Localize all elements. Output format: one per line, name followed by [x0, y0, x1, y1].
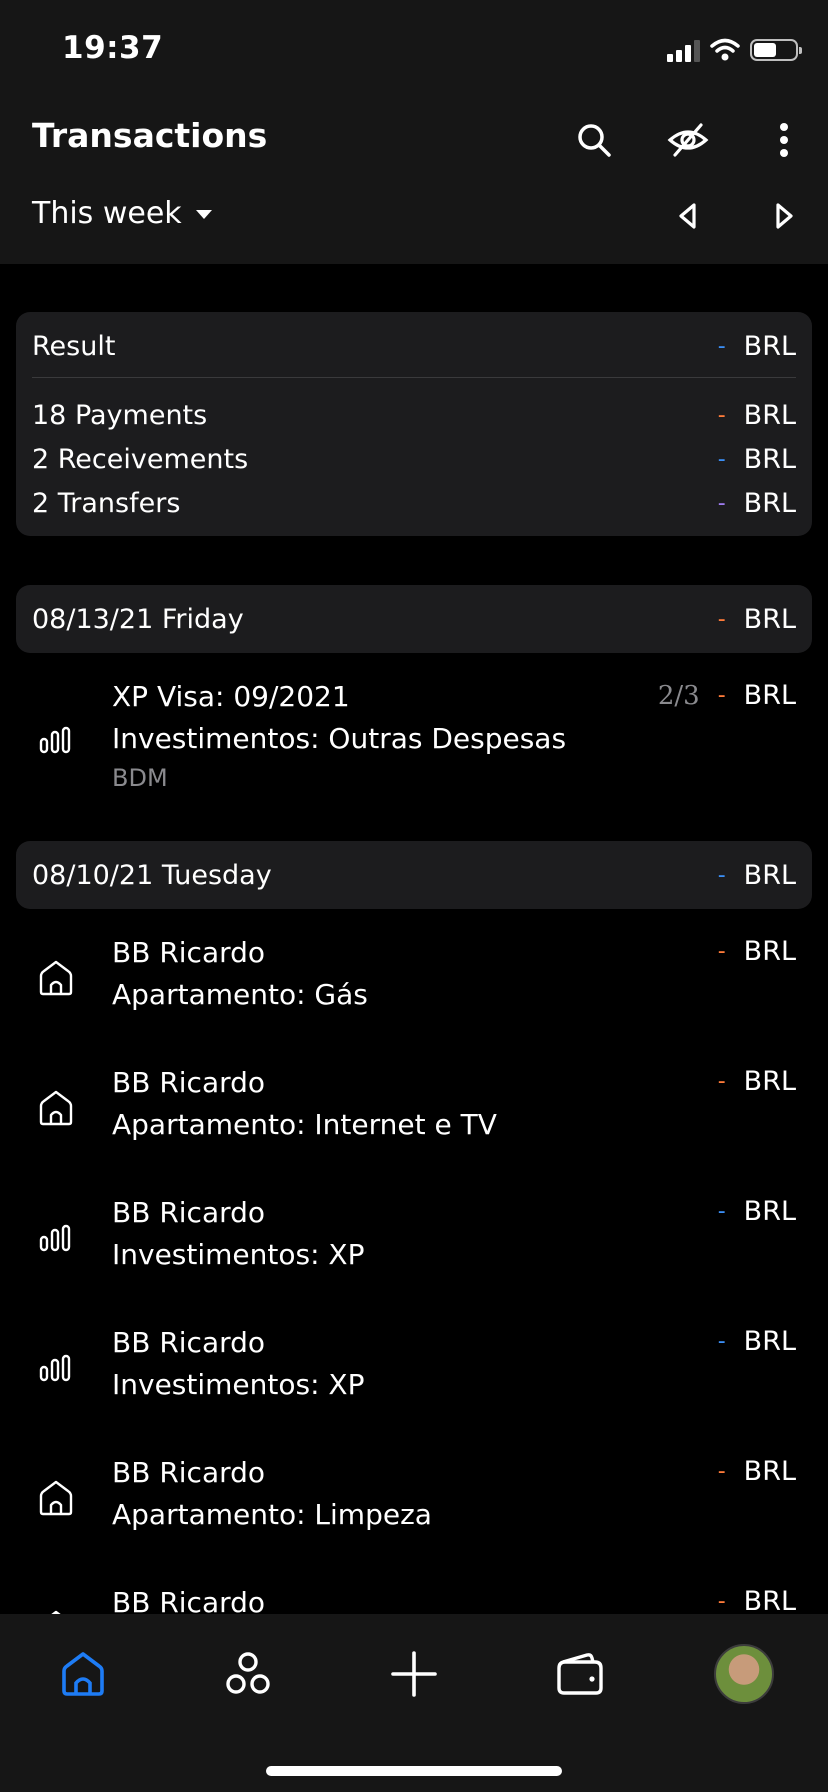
receivements-row: 2 Receivements - BRL — [32, 439, 796, 479]
next-period-icon[interactable] — [762, 194, 806, 238]
transaction-dash: - — [717, 1459, 726, 1484]
chart-bars-icon — [34, 718, 78, 762]
transaction-currency: BRL — [743, 1066, 796, 1097]
group-date: 08/13/21 Friday — [32, 603, 244, 635]
period-selector[interactable]: This week — [32, 196, 212, 231]
house-icon — [34, 1476, 78, 1520]
page-title: Transactions — [32, 116, 268, 155]
home-indicator — [266, 1766, 562, 1776]
add-icon — [391, 1651, 437, 1697]
transaction-dash: - — [717, 683, 726, 708]
hide-values-icon[interactable] — [666, 118, 710, 162]
group-dash: - — [717, 862, 726, 888]
transaction-item[interactable]: BB Ricardo Investimentos: XP - BRL — [0, 1184, 828, 1294]
date-group-header: 08/13/21 Friday - BRL — [16, 585, 812, 653]
battery-icon — [750, 39, 802, 61]
result-label: Result — [32, 330, 116, 362]
installment-label: 2/3 — [657, 680, 700, 711]
transaction-currency: BRL — [743, 680, 796, 711]
result-dash: - — [717, 333, 726, 359]
transfers-dash: - — [717, 490, 726, 516]
top-header: 19:37 Transactions This week — [0, 0, 828, 264]
date-group-header: 08/10/21 Tuesday - BRL — [16, 841, 812, 909]
tab-categories[interactable] — [218, 1644, 278, 1704]
transaction-account: XP Visa: 09/2021 — [112, 680, 350, 713]
transaction-category: Apartamento: Limpeza — [112, 1498, 432, 1531]
transaction-dash: - — [717, 1199, 726, 1224]
house-icon — [34, 1606, 78, 1614]
transaction-note: BDM — [112, 764, 168, 792]
wallet-icon — [557, 1653, 603, 1695]
categories-icon — [226, 1652, 270, 1694]
caret-down-icon — [195, 210, 212, 219]
tab-profile[interactable] — [714, 1644, 774, 1704]
tab-wallet[interactable] — [550, 1644, 610, 1704]
previous-period-icon[interactable] — [666, 194, 710, 238]
tab-home[interactable] — [53, 1644, 113, 1704]
group-currency: BRL — [743, 859, 796, 891]
status-time: 19:37 — [62, 30, 164, 66]
transaction-item[interactable]: BB Ricardo Apartamento: Limpeza - BRL — [0, 1444, 828, 1554]
result-row: Result - BRL — [32, 326, 796, 366]
transaction-item[interactable]: BB Ricardo Apartamento: Internet e TV -B… — [0, 1054, 828, 1164]
period-label: This week — [32, 196, 182, 231]
group-date: 08/10/21 Tuesday — [32, 859, 272, 891]
cellular-signal-icon — [667, 38, 700, 62]
payments-dash: - — [717, 402, 726, 428]
transaction-currency: BRL — [743, 1196, 796, 1227]
wifi-icon — [710, 38, 740, 61]
payments-currency: BRL — [743, 399, 796, 431]
transaction-dash: - — [717, 1069, 726, 1094]
transaction-currency: BRL — [743, 936, 796, 967]
transaction-dash: - — [717, 939, 726, 964]
house-icon — [34, 956, 78, 1000]
tab-add[interactable] — [384, 1644, 444, 1704]
transaction-category: Apartamento: Internet e TV — [112, 1108, 497, 1141]
group-currency: BRL — [743, 603, 796, 635]
transaction-item[interactable]: BB Ricardo Apartamento: Gás - BRL — [0, 924, 828, 1034]
payments-row: 18 Payments - BRL — [32, 395, 796, 435]
avatar — [714, 1644, 774, 1704]
house-icon — [34, 1086, 78, 1130]
payments-label: 18 Payments — [32, 399, 208, 431]
transaction-dash: - — [717, 1329, 726, 1354]
transaction-category: Investimentos: Outras Despesas — [112, 722, 567, 755]
transaction-item[interactable]: XP Visa: 09/2021 Investimentos: Outras D… — [0, 668, 828, 798]
transaction-currency: BRL — [743, 1326, 796, 1357]
receivements-label: 2 Receivements — [32, 443, 249, 475]
receivements-dash: - — [717, 446, 726, 472]
status-icons — [667, 34, 802, 66]
transaction-dash: - — [717, 1589, 726, 1614]
transaction-currency: BRL — [743, 1456, 796, 1487]
transaction-account: BB Ricardo — [112, 1586, 266, 1614]
chart-bars-icon — [34, 1216, 78, 1260]
transaction-account: BB Ricardo — [112, 1066, 266, 1099]
result-currency: BRL — [743, 330, 796, 362]
transaction-currency: BRL — [743, 1586, 796, 1614]
transfers-label: 2 Transfers — [32, 487, 181, 519]
transaction-category: Investimentos: XP — [112, 1238, 365, 1271]
transfers-currency: BRL — [743, 487, 796, 519]
receivements-currency: BRL — [743, 443, 796, 475]
search-icon[interactable] — [572, 118, 616, 162]
group-dash: - — [717, 606, 726, 632]
transaction-item[interactable]: BB Ricardo Investimentos: XP - BRL — [0, 1314, 828, 1424]
home-icon — [62, 1652, 104, 1696]
transaction-account: BB Ricardo — [112, 1196, 266, 1229]
more-options-icon[interactable] — [762, 118, 806, 162]
divider — [32, 377, 796, 378]
transaction-category: Investimentos: XP — [112, 1368, 365, 1401]
transaction-account: BB Ricardo — [112, 936, 266, 969]
transaction-account: BB Ricardo — [112, 1326, 266, 1359]
transaction-account: BB Ricardo — [112, 1456, 266, 1489]
summary-card: Result - BRL 18 Payments - BRL 2 Receiveme… — [16, 312, 812, 536]
transaction-item[interactable]: BB Ricardo - BRL — [0, 1574, 828, 1614]
transaction-category: Apartamento: Gás — [112, 978, 368, 1011]
chart-bars-icon — [34, 1346, 78, 1390]
transfers-row: 2 Transfers - BRL — [32, 483, 796, 523]
